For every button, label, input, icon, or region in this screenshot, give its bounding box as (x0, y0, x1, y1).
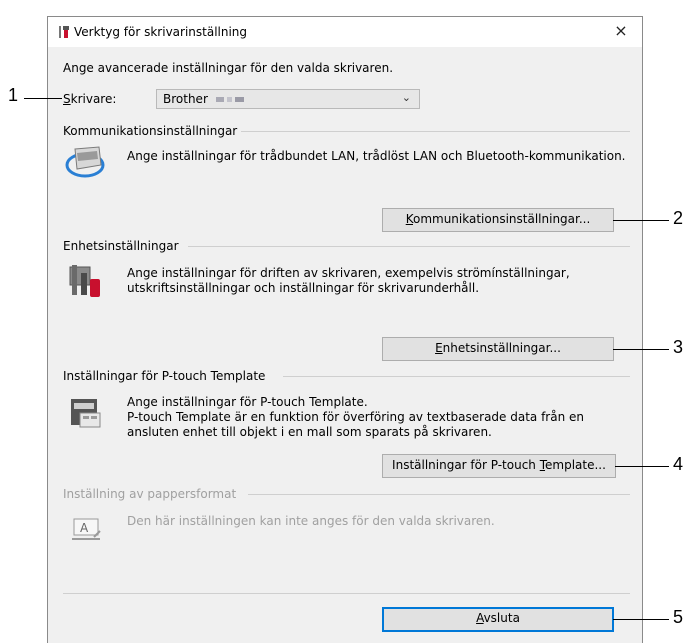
callout-line-2 (613, 220, 669, 221)
printer-tool-app-icon (59, 26, 69, 38)
device-settings-tools-icon (69, 265, 100, 297)
bottom-divider (63, 593, 630, 594)
printer-label: Skrivare: (63, 92, 117, 106)
communication-description: Ange inställningar för trådbundet LAN, t… (127, 149, 626, 163)
callout-line-4 (615, 466, 669, 467)
template-description-line2: P-touch Template är en funktion för över… (127, 410, 585, 424)
callout-1: 1 (8, 85, 19, 105)
template-description-line3: ansluten enhet till objekt i en mall som… (127, 425, 492, 439)
device-description-line1: Ange inställningar för driften av skriva… (127, 266, 570, 280)
printer-select-value: Brother (163, 92, 246, 106)
communication-printer-icon (65, 146, 105, 178)
template-group-header: Inställningar för P-touch Template (63, 369, 266, 383)
group-divider (241, 131, 630, 132)
paper-size-description: Den här inställningen kan inte anges för… (127, 514, 495, 528)
device-group-header: Enhetsinställningar (63, 239, 179, 253)
device-settings-button[interactable]: Enhetsinställningar... (382, 337, 614, 361)
paper-size-group-header: Inställning av pappersformat (63, 487, 237, 501)
intro-text: Ange avancerade inställningar för den va… (63, 61, 394, 75)
chevron-down-icon: ⌄ (401, 91, 411, 104)
callout-line-5 (613, 619, 669, 620)
exit-button[interactable]: Avsluta (382, 607, 614, 632)
printer-select[interactable]: Brother ⌄ (156, 89, 420, 109)
callout-4: 4 (673, 454, 684, 474)
ptouch-template-settings-button[interactable]: Inställningar för P-touch Template... (382, 454, 616, 478)
window-title: Verktyg för skrivarinställning (74, 25, 248, 39)
close-icon[interactable]: × (610, 22, 632, 40)
communication-settings-button[interactable]: Kommunikationsinställningar... (382, 208, 614, 232)
printer-settings-tool-window: Verktyg för skrivarinställning × Ange av… (47, 16, 643, 643)
group-divider (248, 494, 630, 495)
group-divider (188, 246, 630, 247)
communication-group-header: Kommunikationsinställningar (63, 124, 238, 138)
title-bar: Verktyg för skrivarinställning × (48, 17, 642, 47)
callout-line-1 (24, 98, 62, 99)
group-divider (283, 376, 630, 377)
callout-2: 2 (673, 208, 684, 228)
device-description-line2: utskriftsinställningar och inställningar… (127, 281, 480, 295)
template-printer-icon (71, 399, 101, 428)
template-description-line1: Ange inställningar för P-touch Template. (127, 395, 368, 409)
callout-5: 5 (673, 607, 684, 627)
paper-size-icon: A (72, 518, 101, 540)
callout-3: 3 (673, 337, 684, 357)
svg-text:A: A (80, 521, 89, 535)
redacted-model-mark (215, 96, 244, 102)
callout-line-3 (613, 349, 669, 350)
